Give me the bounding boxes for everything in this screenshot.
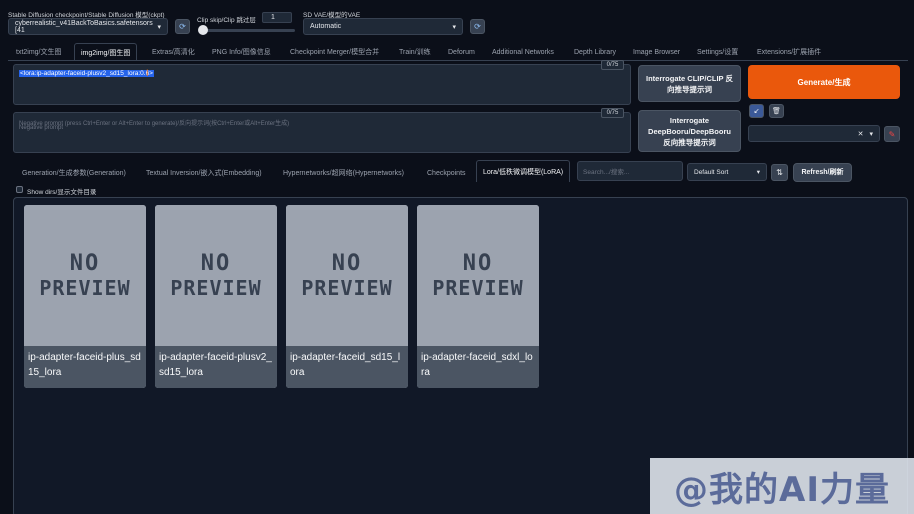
chevron-down-icon: ▾ bbox=[869, 130, 873, 138]
interrogate-deepbooru-button[interactable]: Interrogate DeepBooru/DeepBooru 反向推导提示词 bbox=[638, 110, 741, 152]
vae-value: Automatic bbox=[310, 23, 342, 30]
subtab-hypernetworks[interactable]: Hypernetworks/超网络(Hypernetworks) bbox=[283, 165, 404, 181]
sort-direction-button[interactable]: ⇅ bbox=[771, 164, 788, 181]
tab-png-info[interactable]: PNG Info/图像信息 bbox=[212, 44, 271, 60]
refresh-icon: ⟳ bbox=[474, 22, 481, 31]
watermark: @我的AI力量 bbox=[650, 458, 914, 514]
paintbrush-icon: ✎ bbox=[888, 129, 896, 139]
tab-divider bbox=[8, 60, 908, 61]
clip-skip-slider[interactable] bbox=[200, 29, 295, 32]
tab-train[interactable]: Train/训练 bbox=[399, 44, 431, 60]
tab-extensions[interactable]: Extensions/扩展插件 bbox=[757, 44, 821, 60]
clear-icon[interactable]: ✕ bbox=[858, 130, 864, 138]
checkpoint-dropdown[interactable]: cyberrealistic_v41BackToBasics.safetenso… bbox=[8, 18, 168, 35]
no-preview-line-2: PREVIEW bbox=[170, 275, 262, 300]
clip-skip-slider-handle[interactable] bbox=[198, 25, 208, 35]
lora-card-name: ip-adapter-faceid_sdxl_lora bbox=[417, 346, 539, 388]
prompt-text: <lora:ip-adapter-faceid-plusv2_sd15_lora… bbox=[19, 70, 154, 77]
lora-card-name: ip-adapter-faceid-plus_sd15_lora bbox=[24, 346, 146, 388]
chevron-down-icon: ▾ bbox=[157, 23, 161, 31]
no-preview-line-2: PREVIEW bbox=[301, 275, 393, 300]
sort-dropdown[interactable]: Default Sort ▾ bbox=[687, 163, 767, 181]
clip-skip-label: Clip skip/Clip 跳过层 bbox=[197, 17, 256, 24]
sort-icon: ⇅ bbox=[776, 168, 783, 177]
no-preview-line-1: NO bbox=[69, 250, 101, 276]
styles-dropdown[interactable]: ✕ ▾ bbox=[748, 125, 880, 142]
lora-card-name: ip-adapter-faceid-plusv2_sd15_lora bbox=[155, 346, 277, 388]
negative-prompt-textarea[interactable]: Negative prompt (press Ctrl+Enter or Alt… bbox=[13, 112, 631, 153]
negative-token-counter: 0/75 bbox=[601, 108, 624, 118]
no-preview-line-1: NO bbox=[462, 250, 494, 276]
sort-value: Default Sort bbox=[694, 168, 729, 176]
clip-skip-input[interactable]: 1 bbox=[262, 12, 292, 23]
trash-icon: 🗑 bbox=[772, 108, 781, 115]
search-input[interactable]: Search.../搜索... bbox=[577, 161, 683, 181]
no-preview-image: NO PREVIEW bbox=[155, 205, 277, 346]
clear-prompt-button[interactable]: 🗑 bbox=[769, 104, 784, 118]
subtab-lora[interactable]: Lora/低秩微调模型(LoRA) bbox=[476, 160, 571, 182]
subtab-textual-inversion[interactable]: Textual Inversion/嵌入式(Embedding) bbox=[146, 165, 262, 181]
no-preview-line-2: PREVIEW bbox=[432, 275, 524, 300]
edit-styles-button[interactable]: ✎ bbox=[884, 126, 900, 142]
lora-card-name: ip-adapter-faceid_sd15_lora bbox=[286, 346, 408, 388]
no-preview-line-2: PREVIEW bbox=[39, 275, 131, 300]
prompt-token-counter: 0/75 bbox=[601, 60, 624, 70]
negative-prompt-placeholder-2: Negative prompt bbox=[19, 125, 64, 131]
lora-card[interactable]: NO PREVIEW ip-adapter-faceid-plusv2_sd15_… bbox=[155, 205, 277, 388]
refresh-icon: ⟳ bbox=[179, 22, 186, 31]
tab-txt2img[interactable]: txt2img/文生图 bbox=[16, 44, 62, 60]
cursor-icon: I bbox=[146, 68, 149, 78]
interrogate-clip-button[interactable]: Interrogate CLIP/CLIP 反向推导提示词 bbox=[638, 65, 741, 102]
tab-additional-networks[interactable]: Additional Networks bbox=[492, 44, 554, 60]
tab-extras[interactable]: Extras/高清化 bbox=[152, 44, 195, 60]
tab-settings[interactable]: Settings/设置 bbox=[697, 44, 738, 60]
lora-card[interactable]: NO PREVIEW ip-adapter-faceid_sdxl_lora bbox=[417, 205, 539, 388]
subtab-generation[interactable]: Generation/生成参数(Generation) bbox=[22, 165, 126, 181]
tab-depth-library[interactable]: Depth Library bbox=[574, 44, 616, 60]
tab-image-browser[interactable]: Image Browser bbox=[633, 44, 680, 60]
subtab-checkpoints[interactable]: Checkpoints bbox=[427, 165, 466, 181]
clip-skip-value: 1 bbox=[271, 14, 275, 21]
lora-card[interactable]: NO PREVIEW ip-adapter-faceid-plus_sd15_lo… bbox=[24, 205, 146, 388]
lora-card[interactable]: NO PREVIEW ip-adapter-faceid_sd15_lora bbox=[286, 205, 408, 388]
refresh-button[interactable]: Refresh/刷新 bbox=[793, 163, 852, 182]
search-placeholder: Search.../搜索... bbox=[583, 169, 630, 176]
tab-img2img[interactable]: img2img/图生图 bbox=[74, 43, 138, 61]
refresh-vae-button[interactable]: ⟳ bbox=[470, 19, 485, 34]
refresh-checkpoint-button[interactable]: ⟳ bbox=[175, 19, 190, 34]
show-dirs-label: Show dirs/显示文件目录 bbox=[27, 189, 97, 196]
no-preview-line-1: NO bbox=[331, 250, 363, 276]
tab-checkpoint-merger[interactable]: Checkpoint Merger/模型合并 bbox=[290, 44, 379, 60]
no-preview-image: NO PREVIEW bbox=[286, 205, 408, 346]
generate-button[interactable]: Generate/生成 bbox=[748, 65, 900, 99]
tab-deforum[interactable]: Deforum bbox=[448, 44, 475, 60]
arrow-icon: ↙ bbox=[753, 108, 760, 115]
vae-dropdown[interactable]: Automatic ▾ bbox=[303, 18, 463, 35]
read-params-button[interactable]: ↙ bbox=[749, 104, 764, 118]
no-preview-line-1: NO bbox=[200, 250, 232, 276]
chevron-down-icon: ▾ bbox=[452, 23, 456, 31]
prompt-textarea[interactable]: <lora:ip-adapter-faceid-plusv2_sd15_lora… bbox=[13, 64, 631, 105]
no-preview-image: NO PREVIEW bbox=[417, 205, 539, 346]
no-preview-image: NO PREVIEW bbox=[24, 205, 146, 346]
chevron-down-icon: ▾ bbox=[756, 169, 760, 176]
checkpoint-value: cyberrealistic_v41BackToBasics.safetenso… bbox=[15, 19, 153, 34]
show-dirs-checkbox[interactable] bbox=[16, 186, 23, 193]
